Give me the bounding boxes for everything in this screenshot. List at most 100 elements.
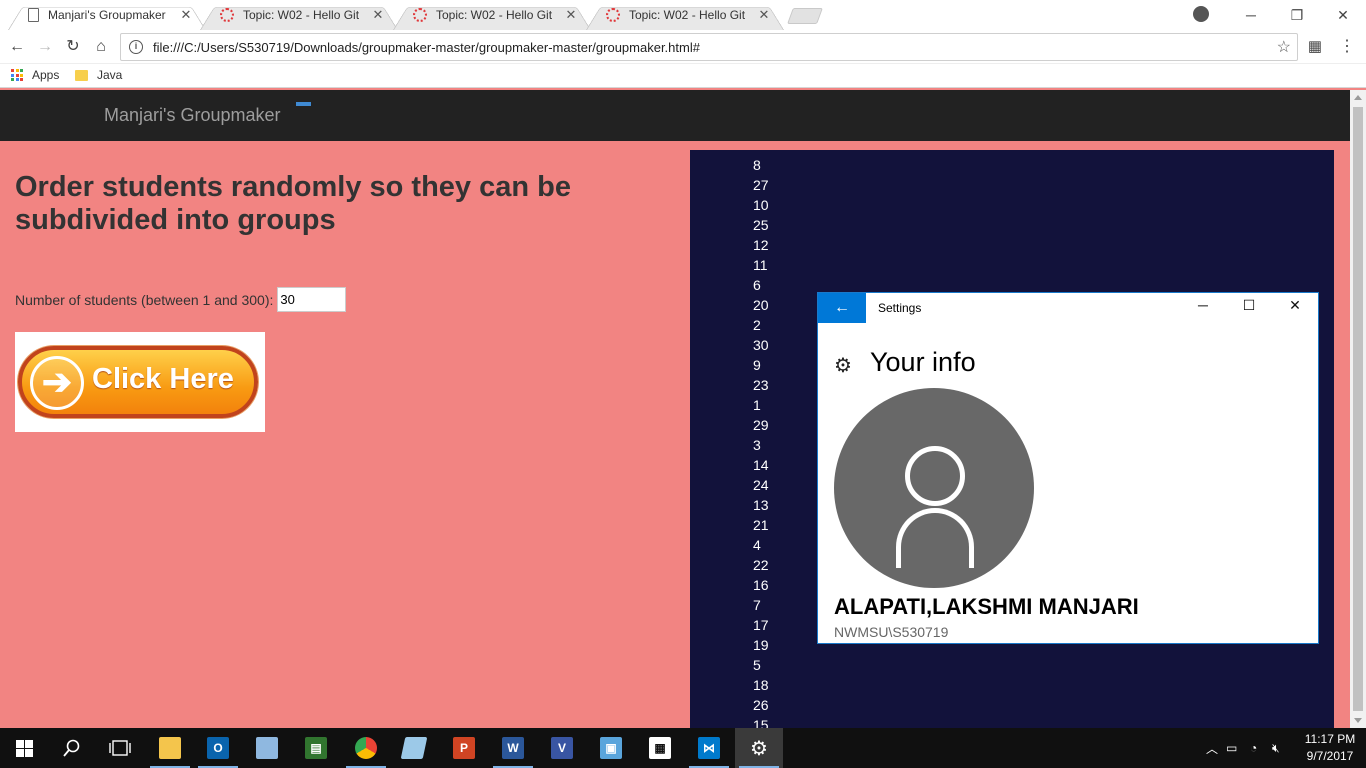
taskbar-calculator[interactable]: ▦: [636, 728, 684, 768]
bookmark-apps[interactable]: Apps: [11, 68, 59, 82]
forward-arrow-icon[interactable]: →: [34, 36, 56, 58]
address-bar[interactable]: i file:///C:/Users/S530719/Downloads/gro…: [120, 33, 1298, 61]
tab-hello-git-3[interactable]: Topic: W02 - Hello Git ✕: [586, 0, 784, 31]
chart-icon: ▤: [305, 737, 327, 759]
tab-title: Topic: W02 - Hello Git: [629, 8, 746, 22]
taskbar-app-monitor[interactable]: ▣: [587, 728, 635, 768]
click-here-pill: ➔ Click Here: [18, 346, 258, 418]
student-count-label: Number of students (between 1 and 300):: [15, 291, 274, 308]
taskbar-word[interactable]: W: [489, 728, 537, 768]
taskbar-file-explorer[interactable]: [146, 728, 194, 768]
page-heading: Order students randomly so they can be s…: [15, 171, 571, 236]
search-icon: [63, 739, 80, 757]
search-button[interactable]: [48, 728, 96, 768]
user-head-icon: [905, 446, 965, 506]
click-here-button[interactable]: ➔ Click Here: [15, 332, 265, 432]
student-number: 6: [753, 277, 761, 293]
taskbar-app-blue[interactable]: [390, 728, 438, 768]
input-panel: Order students randomly so they can be s…: [0, 141, 690, 728]
taskbar-visio[interactable]: V: [538, 728, 586, 768]
student-number: 4: [753, 537, 761, 553]
task-view-button[interactable]: [96, 728, 144, 768]
chevron-up-icon[interactable]: ︿: [1206, 740, 1226, 757]
tab-groupmaker[interactable]: Manjari's Groupmaker ✕: [8, 0, 206, 31]
bookmarks-bar: Apps Java: [0, 64, 1366, 88]
tab-title: Topic: W02 - Hello Git: [436, 8, 553, 22]
avatar[interactable]: [834, 388, 1034, 588]
tab-hello-git-2[interactable]: Topic: W02 - Hello Git ✕: [393, 0, 591, 31]
folder-icon: [159, 737, 181, 759]
extension-icon[interactable]: ▦: [1304, 36, 1326, 58]
student-number: 5: [753, 657, 761, 673]
site-navbar: Manjari's Groupmaker: [0, 90, 1350, 141]
taskbar-chrome[interactable]: [342, 728, 390, 768]
back-arrow-icon[interactable]: ←: [818, 293, 866, 323]
student-number: 25: [753, 217, 769, 233]
student-number: 10: [753, 197, 769, 213]
taskbar-project[interactable]: ▤: [292, 728, 340, 768]
close-icon[interactable]: ✕: [1272, 297, 1318, 314]
new-tab-button[interactable]: [787, 8, 823, 24]
loading-icon: [606, 8, 620, 22]
student-count-row: Number of students (between 1 and 300):: [15, 287, 347, 312]
user-account: NWMSU\S530719: [834, 624, 949, 640]
profile-icon[interactable]: [1193, 6, 1209, 22]
tab-title: Topic: W02 - Hello Git: [243, 8, 360, 22]
student-number: 30: [753, 337, 769, 353]
info-icon[interactable]: i: [129, 40, 143, 54]
student-number: 19: [753, 637, 769, 653]
pen-icon: [400, 737, 428, 759]
wifi-icon[interactable]: ◔: [1250, 741, 1272, 755]
reload-icon[interactable]: ↻: [62, 36, 84, 58]
taskbar-powerpoint[interactable]: P: [440, 728, 488, 768]
page-scrollbar[interactable]: [1350, 90, 1366, 728]
student-number: 13: [753, 497, 769, 513]
user-body-icon: [896, 508, 974, 568]
scroll-up-icon[interactable]: [1354, 95, 1362, 100]
scroll-down-icon[interactable]: [1354, 718, 1362, 723]
taskbar-settings[interactable]: ⚙: [735, 728, 783, 768]
taskbar: O ▤ P W V ▣ ▦ ⋈ ⚙ ︿ ▭ ◔ 🔇︎ 11:17 PM 9/7/…: [0, 728, 1366, 768]
cube-icon: [256, 737, 278, 759]
close-icon[interactable]: ✕: [180, 7, 192, 23]
powerpoint-icon: P: [453, 737, 475, 759]
address-url[interactable]: file:///C:/Users/S530719/Downloads/group…: [153, 40, 1277, 55]
taskbar-clock[interactable]: 11:17 PM 9/7/2017: [1300, 731, 1360, 765]
tab-hello-git-1[interactable]: Topic: W02 - Hello Git ✕: [200, 0, 398, 31]
calculator-icon: ▦: [649, 737, 671, 759]
gear-icon: ⚙: [750, 737, 768, 760]
student-number: 23: [753, 377, 769, 393]
start-button[interactable]: [0, 728, 48, 768]
taskbar-app-3d[interactable]: [243, 728, 291, 768]
student-number: 21: [753, 517, 769, 533]
brand-link[interactable]: Manjari's Groupmaker: [104, 105, 281, 126]
taskbar-outlook[interactable]: O: [194, 728, 242, 768]
student-number: 7: [753, 597, 761, 613]
minimize-icon[interactable]: ─: [1180, 297, 1226, 313]
loading-icon: [220, 8, 234, 22]
scroll-thumb[interactable]: [1353, 107, 1363, 711]
close-window-icon[interactable]: ✕: [1320, 7, 1366, 24]
maximize-icon[interactable]: ☐: [1226, 297, 1272, 314]
bookmark-star-icon[interactable]: ☆: [1277, 37, 1291, 57]
student-number: 26: [753, 697, 769, 713]
document-icon: [28, 8, 39, 22]
taskbar-vscode[interactable]: ⋈: [685, 728, 733, 768]
student-number: 27: [753, 177, 769, 193]
nav-toggle[interactable]: [296, 102, 311, 106]
bookmark-java[interactable]: Java: [75, 68, 122, 82]
battery-icon[interactable]: ▭: [1226, 741, 1250, 755]
tab-strip: Manjari's Groupmaker ✕ Topic: W02 - Hell…: [0, 0, 1366, 31]
student-number: 24: [753, 477, 769, 493]
volume-muted-icon[interactable]: 🔇︎: [1272, 741, 1294, 756]
back-arrow-icon[interactable]: ←: [6, 36, 28, 58]
close-icon[interactable]: ✕: [565, 7, 577, 23]
menu-icon[interactable]: ⋮: [1336, 36, 1358, 58]
monitor-icon: ▣: [600, 737, 622, 759]
close-icon[interactable]: ✕: [758, 7, 770, 23]
close-icon[interactable]: ✕: [372, 7, 384, 23]
minimize-icon[interactable]: ─: [1228, 7, 1274, 23]
home-icon[interactable]: ⌂: [90, 36, 112, 58]
student-count-input[interactable]: [277, 287, 347, 312]
restore-icon[interactable]: ❐: [1274, 7, 1320, 24]
